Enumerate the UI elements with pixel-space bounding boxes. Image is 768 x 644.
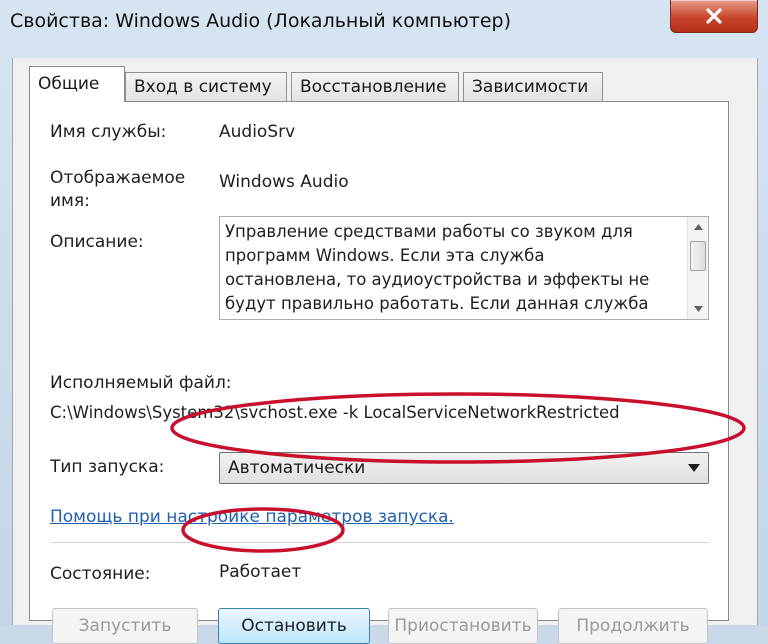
startup-type-value: Автоматически <box>228 458 366 478</box>
description-text: Управление средствами работы со звуком д… <box>225 220 680 316</box>
startup-type-label: Тип запуска: <box>50 457 165 477</box>
tab-general-label: Общие <box>38 74 100 94</box>
stop-button[interactable]: Остановить <box>218 608 370 644</box>
general-tab-panel: Имя службы: AudioSrv Отображаемое имя: W… <box>29 101 729 644</box>
display-name-value: Windows Audio <box>219 172 349 192</box>
chevron-down-icon <box>688 464 700 472</box>
tab-recovery-label: Восстановление <box>300 77 447 97</box>
executable-label: Исполняемый файл: <box>50 373 232 393</box>
description-textbox[interactable]: Управление средствами работы со звуком д… <box>219 216 709 320</box>
dialog-body: Общие Вход в систему Восстановление Зави… <box>12 58 758 644</box>
description-line: Управление средствами работы со звуком д… <box>225 222 633 241</box>
tab-dependencies[interactable]: Зависимости <box>463 72 603 101</box>
description-scrollbar[interactable] <box>687 217 708 319</box>
description-line: остановлена, то аудиоустройства и эффект… <box>225 270 650 289</box>
display-name-label-line2: имя: <box>50 191 90 211</box>
tab-logon[interactable]: Вход в систему <box>125 72 287 101</box>
tab-dependencies-label: Зависимости <box>472 77 589 97</box>
tab-general[interactable]: Общие <box>29 66 125 102</box>
service-name-label: Имя службы: <box>50 122 167 142</box>
window-title: Свойства: Windows Audio (Локальный компь… <box>10 10 512 32</box>
service-name-value: AudioSrv <box>219 122 296 142</box>
status-label: Состояние: <box>50 564 151 584</box>
separator <box>50 542 710 543</box>
close-button[interactable] <box>670 0 758 33</box>
description-line: будут правильно работать. Если данная сл… <box>225 294 649 313</box>
status-value: Работает <box>219 562 302 582</box>
startup-help-link[interactable]: Помощь при настройке параметров запуска. <box>50 507 454 527</box>
scroll-thumb[interactable] <box>690 241 706 271</box>
tab-logon-label: Вход в систему <box>134 77 272 97</box>
executable-path: C:\Windows\System32\svchost.exe -k Local… <box>50 403 620 422</box>
description-line: программ Windows. Если эта служба <box>225 246 545 265</box>
close-icon <box>706 8 722 24</box>
tab-recovery[interactable]: Восстановление <box>291 72 459 101</box>
resume-button[interactable]: Продолжить <box>558 608 708 644</box>
scroll-up-button[interactable] <box>688 217 708 237</box>
scroll-down-button[interactable] <box>688 299 708 319</box>
scroll-up-icon <box>693 224 703 230</box>
start-button[interactable]: Запустить <box>52 608 198 644</box>
title-bar[interactable]: Свойства: Windows Audio (Локальный компь… <box>0 0 768 50</box>
scroll-down-icon <box>693 306 703 312</box>
properties-window: Свойства: Windows Audio (Локальный компь… <box>0 0 768 644</box>
display-name-label-line1: Отображаемое <box>50 168 186 188</box>
startup-type-select[interactable]: Автоматически <box>219 452 709 484</box>
description-label: Описание: <box>50 232 144 252</box>
pause-button[interactable]: Приостановить <box>388 608 538 644</box>
